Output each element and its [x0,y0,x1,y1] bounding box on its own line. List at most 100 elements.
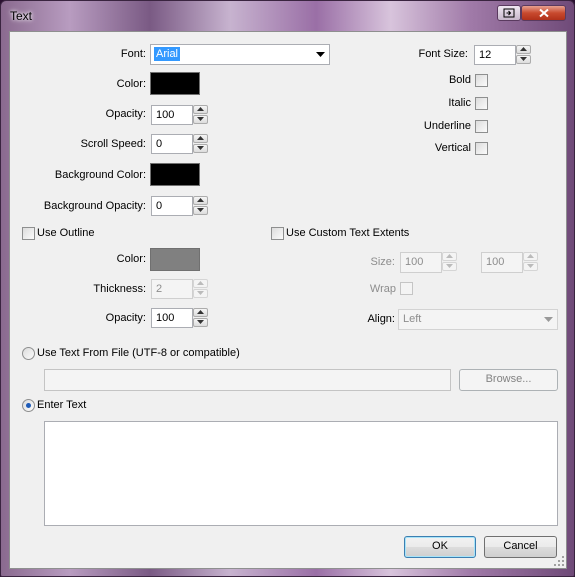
opacity-label: Opacity: [105,108,146,120]
font-value: Arial [154,47,181,61]
wrap-checkbox[interactable] [400,282,413,295]
use-custom-extents-checkbox[interactable] [271,227,284,240]
spin-down-button[interactable] [193,206,208,215]
align-value: Left [403,313,422,325]
radio-selected-dot [26,403,31,408]
chevron-down-icon [316,52,325,57]
arrow-down-icon [197,320,204,324]
underline-checkbox[interactable] [475,120,488,133]
use-text-from-file-radio[interactable] [22,347,35,360]
extent-height-spinner[interactable] [523,252,540,273]
italic-checkbox[interactable] [475,97,488,110]
extent-height-input[interactable]: 100 [481,252,523,273]
vertical-label: Vertical [434,142,471,154]
arrow-up-icon [197,136,204,140]
wrap-label: Wrap [369,283,396,295]
resize-grip-icon[interactable] [554,556,564,566]
align-dropdown[interactable]: Left [398,309,558,330]
arrow-up-icon [520,47,527,51]
ok-button[interactable]: OK [404,536,476,558]
spin-up-button[interactable] [442,252,457,261]
font-size-input[interactable]: 12 [474,45,516,65]
align-label: Align: [367,313,395,325]
font-label: Font: [120,48,146,60]
arrow-down-icon [446,264,453,268]
spin-up-button[interactable] [193,105,208,114]
color-label: Color: [116,78,146,90]
enter-text-radio[interactable] [22,399,35,412]
spin-down-button[interactable] [442,262,457,271]
scroll-speed-spinner[interactable] [193,134,210,154]
background-opacity-input[interactable]: 0 [151,196,193,216]
arrow-down-icon [527,264,534,268]
browse-button[interactable]: Browse... [459,369,558,391]
scroll-speed-label: Scroll Speed: [80,138,146,150]
opacity-input[interactable]: 100 [151,105,193,125]
underline-label: Underline [423,120,471,132]
vertical-checkbox[interactable] [475,142,488,155]
arrow-down-icon [520,57,527,61]
use-custom-extents-label: Use Custom Text Extents [286,227,410,239]
spin-up-button[interactable] [193,134,208,143]
spin-up-button[interactable] [193,279,208,288]
outline-color-label: Color: [116,253,146,265]
window-title: Text [10,9,33,23]
arrow-up-icon [197,198,204,202]
outline-opacity-input[interactable]: 100 [151,308,193,328]
spin-down-button[interactable] [193,289,208,298]
extent-width-input[interactable]: 100 [400,252,442,273]
background-opacity-spinner[interactable] [193,196,210,216]
italic-label: Italic [448,97,471,109]
scroll-speed-input[interactable]: 0 [151,134,193,154]
use-outline-label: Use Outline [37,227,95,239]
spin-down-button[interactable] [193,144,208,153]
close-icon [538,8,549,18]
opacity-spinner[interactable] [193,105,210,125]
text-entry-area[interactable] [44,421,558,526]
color-swatch[interactable] [150,72,200,95]
background-opacity-label: Background Opacity: [43,200,146,212]
spin-down-button[interactable] [193,318,208,327]
font-size-label: Font Size: [418,48,468,60]
thickness-input[interactable]: 2 [151,279,193,299]
arrow-down-icon [197,146,204,150]
cancel-button[interactable]: Cancel [484,536,557,558]
spin-down-button[interactable] [523,262,538,271]
spin-down-button[interactable] [516,55,531,64]
spin-up-button[interactable] [523,252,538,261]
use-text-from-file-label: Use Text From File (UTF-8 or compatible) [37,347,240,359]
arrow-down-icon [197,208,204,212]
enter-text-label: Enter Text [37,399,87,411]
use-outline-checkbox[interactable] [22,227,35,240]
arrow-up-icon [197,107,204,111]
font-size-spinner[interactable] [516,45,533,65]
background-color-swatch[interactable] [150,163,200,186]
outline-opacity-label: Opacity: [105,312,146,324]
spin-up-button[interactable] [193,308,208,317]
background-color-label: Background Color: [54,169,146,181]
thickness-label: Thickness: [93,283,146,295]
spin-up-button[interactable] [516,45,531,54]
outline-opacity-spinner[interactable] [193,308,210,328]
size-label: Size: [370,256,395,268]
help-button[interactable] [497,5,521,21]
bold-checkbox[interactable] [475,74,488,87]
file-path-field[interactable] [44,369,451,391]
help-icon [503,8,515,18]
arrow-down-icon [197,117,204,121]
arrow-down-icon [197,291,204,295]
arrow-up-icon [446,254,453,258]
extent-width-spinner[interactable] [442,252,459,273]
arrow-up-icon [197,281,204,285]
chevron-down-icon [544,317,553,322]
dialog-body: Font: Arial Color: Opacity: 100 Scroll S… [9,31,567,569]
close-button[interactable] [521,5,566,21]
spin-up-button[interactable] [193,196,208,205]
thickness-spinner[interactable] [193,279,210,299]
outline-color-swatch[interactable] [150,248,200,271]
arrow-up-icon [197,310,204,314]
spin-down-button[interactable] [193,115,208,124]
font-dropdown[interactable]: Arial [150,44,330,65]
arrow-up-icon [527,254,534,258]
bold-label: Bold [448,74,471,86]
